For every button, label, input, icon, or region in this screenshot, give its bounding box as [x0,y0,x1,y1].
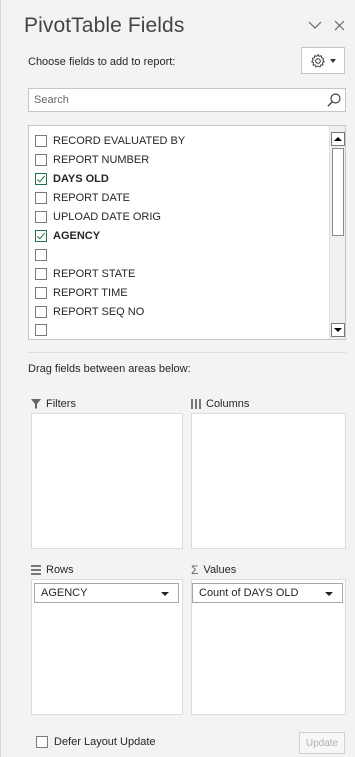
filter-icon [31,399,41,409]
field-item[interactable]: AGENCY [35,226,100,245]
search-input[interactable] [29,89,309,111]
filters-label: Filters [46,398,76,410]
rows-item-label: AGENCY [41,587,88,599]
field-checkbox[interactable] [35,229,47,242]
sigma-icon: Σ [191,563,199,577]
columns-area-label: Columns [191,398,249,410]
field-checkbox[interactable] [35,324,47,336]
field-checkbox[interactable] [35,267,47,280]
field-label: UPLOAD DATE ORIG [53,210,161,223]
field-label: REPORT NUMBER [53,153,150,166]
values-area-label: Σ Values [191,564,236,576]
field-checkbox[interactable] [35,172,47,185]
rows-area-label: Rows [31,564,74,576]
tools-button[interactable] [301,47,345,74]
values-item-label: Count of DAYS OLD [199,587,299,599]
field-checkbox[interactable] [35,134,47,147]
rows-icon [31,565,41,575]
arrow-up-icon [334,137,342,141]
field-checkbox[interactable] [35,153,47,166]
columns-drop-area[interactable] [191,413,346,549]
scroll-down-button[interactable] [331,323,345,337]
field-item[interactable]: REPORT STATE [35,264,135,283]
field-item-partial[interactable] [35,324,53,336]
values-label: Values [203,564,237,576]
drag-fields-label: Drag fields between areas below: [28,363,191,375]
columns-icon [191,399,201,409]
field-item[interactable]: REPORT DATE [35,188,130,207]
caret-down-icon [330,58,336,63]
filters-drop-area[interactable] [31,413,183,549]
filters-area-label: Filters [31,398,76,410]
field-label: RECORD EVALUATED BY [53,134,186,147]
values-item-count-days-old[interactable]: Count of DAYS OLD [192,583,343,603]
rows-label: Rows [46,564,74,576]
field-item[interactable]: REPORT SEQ NO [35,302,144,321]
rows-drop-area[interactable]: AGENCY [31,579,183,715]
close-icon[interactable] [328,14,350,36]
field-item[interactable] [35,245,53,264]
chevron-down-icon[interactable] [304,14,326,36]
field-item[interactable]: RECORD EVALUATED BY [35,131,185,150]
defer-layout-update[interactable]: Defer Layout Update [36,736,156,748]
field-label: REPORT STATE [53,267,136,280]
field-checkbox[interactable] [35,191,47,204]
field-checkbox[interactable] [35,210,47,223]
field-label: REPORT DATE [53,191,131,204]
field-item[interactable]: REPORT NUMBER [35,150,149,169]
field-label: REPORT SEQ NO [53,305,145,318]
values-drop-area[interactable]: Count of DAYS OLD [191,579,346,715]
chevron-down-icon[interactable] [325,592,333,596]
field-label: REPORT TIME [53,286,128,299]
update-button[interactable]: Update [299,732,345,754]
field-list-scrollbar[interactable] [329,126,345,339]
defer-label: Defer Layout Update [54,736,156,748]
field-item[interactable]: DAYS OLD [35,169,109,188]
field-checkbox[interactable] [35,248,47,261]
scroll-thumb[interactable] [332,148,344,236]
choose-fields-label: Choose fields to add to report: [28,56,176,68]
section-divider [28,352,346,353]
defer-checkbox[interactable] [36,736,48,748]
field-label: DAYS OLD [53,172,109,185]
scroll-up-button[interactable] [331,132,345,146]
pane-title: PivotTable Fields [24,14,185,37]
search-icon[interactable] [326,92,342,108]
rows-item-agency[interactable]: AGENCY [34,583,179,603]
field-checkbox[interactable] [35,286,47,299]
pivottable-fields-pane: PivotTable Fields Choose fields to add t… [0,0,355,757]
field-list[interactable]: RECORD EVALUATED BY REPORT NUMBER DAYS O… [28,125,346,340]
chevron-down-icon[interactable] [161,592,169,596]
arrow-down-icon [334,328,342,332]
gear-icon [310,53,326,68]
field-checkbox[interactable] [35,305,47,318]
field-item[interactable]: REPORT TIME [35,283,128,302]
columns-label: Columns [206,398,250,410]
field-item[interactable]: UPLOAD DATE ORIG [35,207,161,226]
search-box[interactable] [28,88,346,112]
field-label: AGENCY [53,229,101,242]
